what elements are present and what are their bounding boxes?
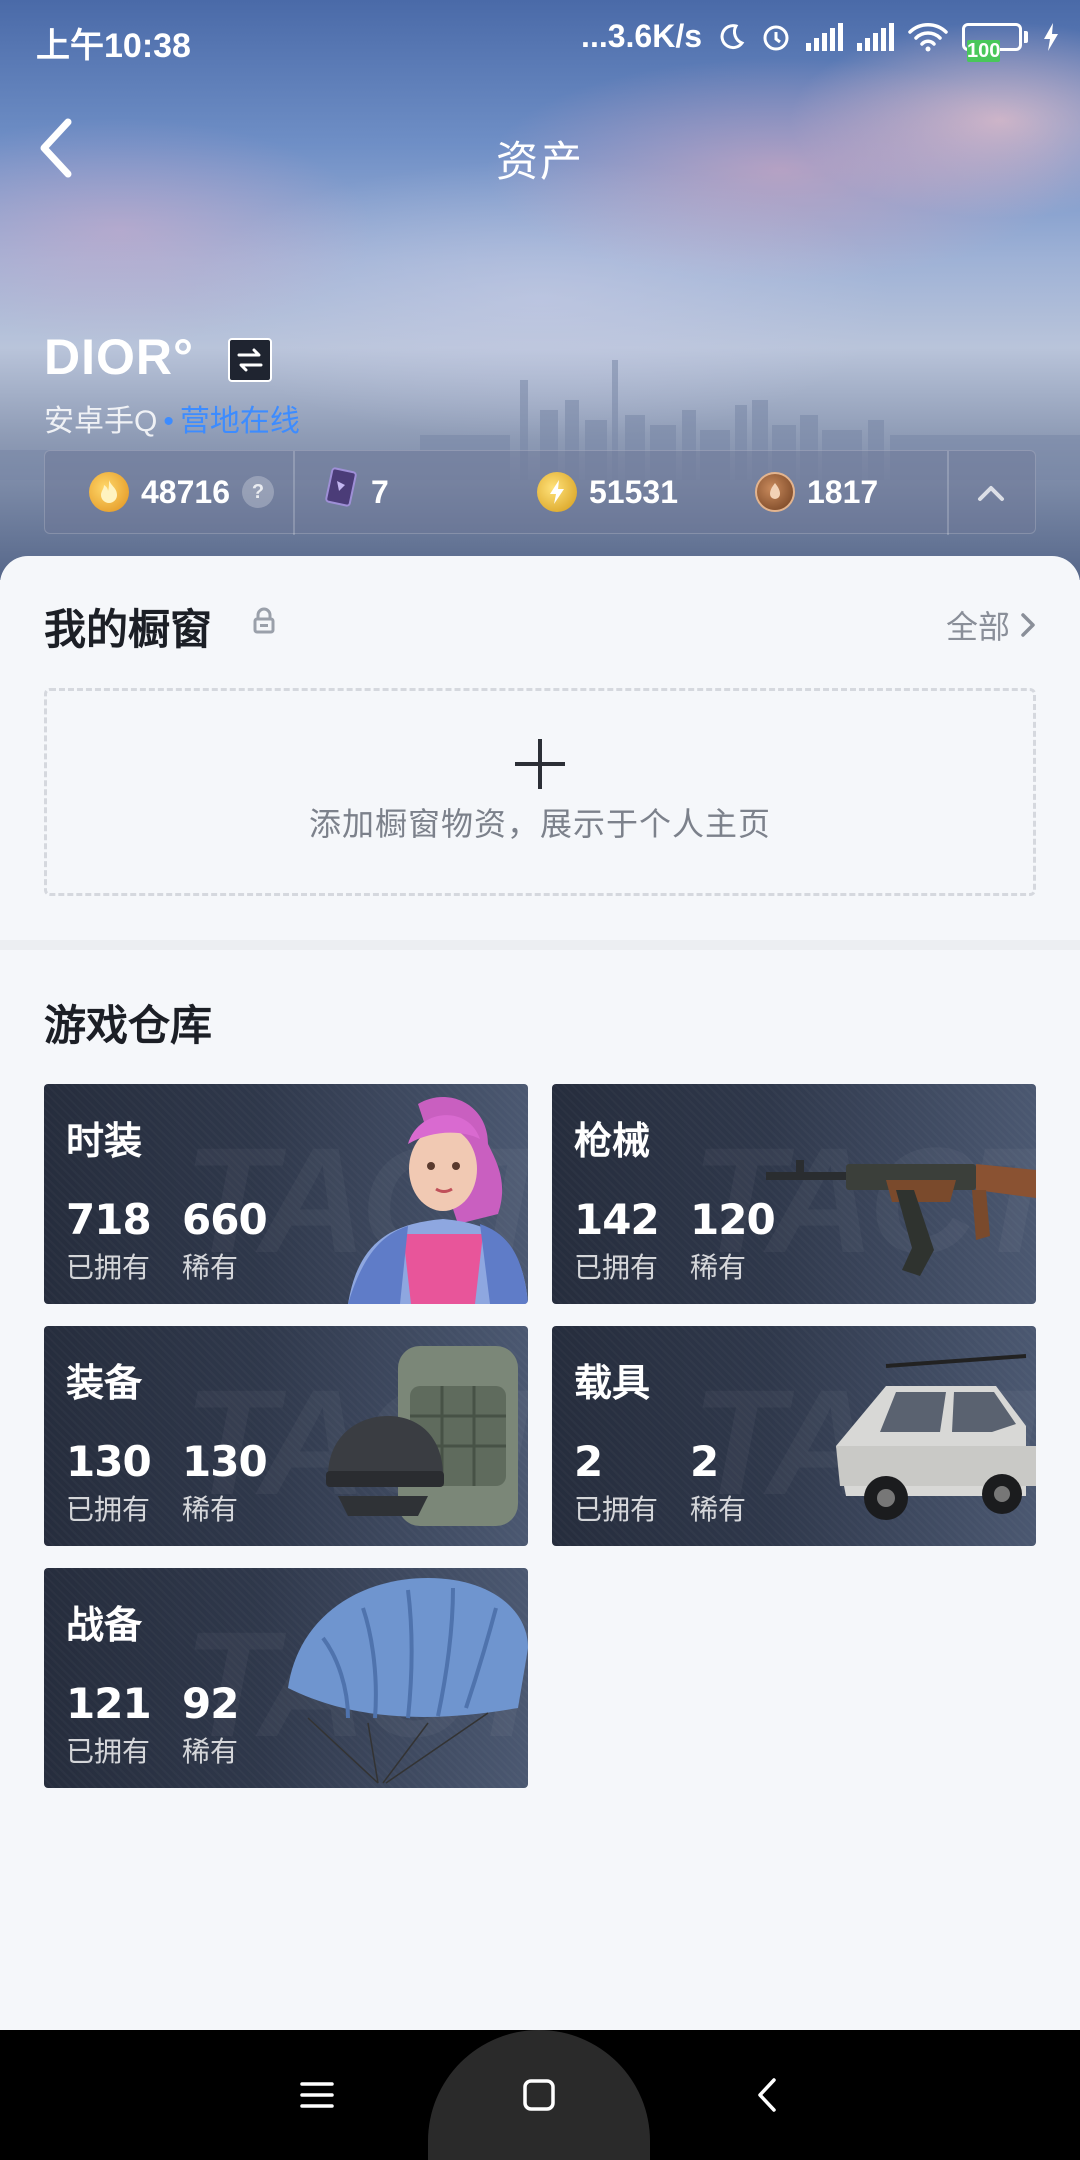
rare-stat: 2 稀有 <box>690 1438 746 1528</box>
car-art <box>836 1354 1036 1520</box>
warehouse-card-outfit[interactable]: TACT 时装 718 已拥有 660 稀有 <box>44 1084 528 1304</box>
battery-icon: 100 <box>962 22 1028 62</box>
showcase-title: 我的橱窗 <box>44 606 213 653</box>
profile-name: DIOR° <box>44 329 194 385</box>
owned-stat: 121 已拥有 <box>66 1679 152 1770</box>
owned-label: 已拥有 <box>66 1252 151 1283</box>
owned-label: 已拥有 <box>66 1736 151 1767</box>
chevron-right-icon <box>1021 613 1035 637</box>
currency-value-flame: 48716 <box>141 473 230 510</box>
all-label: 全部 <box>945 609 1010 645</box>
currency-item-medal[interactable]: 1817 <box>755 472 878 512</box>
owned-count: 142 <box>574 1195 660 1244</box>
owned-stat: 2 已拥有 <box>574 1438 658 1528</box>
flame-coin-icon <box>89 472 129 512</box>
character-outfit-art <box>348 1097 528 1304</box>
rare-stat: 92 稀有 <box>182 1679 239 1770</box>
alarm-icon <box>763 25 789 50</box>
parachute-art <box>288 1578 528 1784</box>
card-title: 时装 <box>66 1121 143 1163</box>
rare-label: 稀有 <box>182 1736 239 1767</box>
battery-level: 100 <box>967 39 1001 62</box>
currency-item-flame[interactable]: 48716 ? <box>89 472 274 512</box>
warehouse-card-vehicles[interactable]: TACT 载具 2 已拥有 2 稀有 <box>552 1326 1036 1546</box>
rare-label: 稀有 <box>690 1252 747 1283</box>
rare-label: 稀有 <box>182 1494 239 1525</box>
status-icons: ...3.6K/s 100 <box>581 18 1060 62</box>
currency-bar: 48716 ? 7 51531 1817 <box>44 450 1036 535</box>
rare-label: 稀有 <box>182 1252 239 1283</box>
card-title: 装备 <box>66 1363 143 1405</box>
rare-label: 稀有 <box>690 1494 747 1525</box>
rare-stat: 120 稀有 <box>690 1195 776 1286</box>
add-showcase-text: 添加橱窗物资，展示于个人主页 <box>308 806 771 842</box>
charging-icon <box>1044 22 1058 51</box>
moon-icon <box>720 23 745 49</box>
system-nav-bar <box>0 2030 1080 2160</box>
add-showcase-item-button[interactable]: 添加橱窗物资，展示于个人主页 <box>44 688 1036 896</box>
help-icon[interactable]: ? <box>241 476 274 508</box>
currency-item-card[interactable]: 7 <box>323 467 389 517</box>
owned-count: 121 <box>66 1679 152 1728</box>
expand-currency-button[interactable] <box>947 451 1035 535</box>
rare-count: 120 <box>690 1195 776 1244</box>
bronze-medal-icon <box>755 472 795 512</box>
signal-icon-2 <box>857 22 894 51</box>
card-title: 战备 <box>66 1605 143 1647</box>
signal-icon <box>806 22 843 51</box>
rare-count: 660 <box>182 1195 268 1244</box>
warehouse-card-supplies[interactable]: TACT 战备 121 已拥有 92 稀有 <box>44 1568 528 1788</box>
warehouse-card-gear[interactable]: TACT 装备 130 已拥有 130 稀有 <box>44 1326 528 1546</box>
owned-stat: 718 已拥有 <box>66 1195 152 1286</box>
owned-label: 已拥有 <box>574 1494 659 1525</box>
warehouse-title: 游戏仓库 <box>44 1002 213 1049</box>
card-title: 载具 <box>574 1363 651 1405</box>
status-bar: 上午10:38 ...3.6K/s 100 <box>0 0 1080 76</box>
warehouse-card-guns[interactable]: TACT 枪械 142 已拥有 120 稀有 <box>552 1084 1036 1304</box>
plus-icon <box>515 739 565 789</box>
currency-value-lightning: 51531 <box>589 473 678 510</box>
rare-stat: 660 稀有 <box>182 1195 268 1286</box>
menu-icon <box>300 2082 334 2108</box>
switch-account-button[interactable] <box>228 338 272 382</box>
owned-label: 已拥有 <box>66 1494 151 1525</box>
currency-value-card: 7 <box>371 473 389 510</box>
owned-count: 2 <box>574 1437 603 1486</box>
rifle-art <box>766 1160 1036 1276</box>
nav-back-button[interactable] <box>737 2065 797 2125</box>
showcase-all-link[interactable]: 全部 <box>946 602 1036 648</box>
profile-platform: 安卓手Q <box>44 405 158 438</box>
nav-menu-button[interactable] <box>287 2065 347 2125</box>
online-status: 营地在线 <box>179 405 300 438</box>
card-title: 枪械 <box>574 1121 651 1163</box>
owned-count: 130 <box>66 1437 152 1486</box>
rare-count: 2 <box>690 1437 719 1486</box>
network-speed: ...3.6K/s <box>581 18 702 54</box>
profile-subtitle: 安卓手Q • 营地在线 <box>44 405 300 438</box>
lock-icon <box>253 607 275 634</box>
wifi-icon <box>908 22 948 51</box>
section-divider <box>0 940 1080 950</box>
content-sheet: 我的橱窗 全部 添加橱窗物资，展示于个人主页 游戏仓库 TACT 时装 718 … <box>0 556 1080 2030</box>
page-title: 资产 <box>495 138 584 185</box>
rare-count: 130 <box>182 1437 268 1486</box>
owned-stat: 142 已拥有 <box>574 1195 660 1286</box>
status-time: 上午10:38 <box>36 27 191 65</box>
backpack-helmet-art <box>326 1346 518 1526</box>
purple-card-icon <box>323 467 359 517</box>
back-arrow-icon <box>758 2078 776 2112</box>
currency-item-lightning[interactable]: 51531 <box>537 472 678 512</box>
rare-count: 92 <box>182 1679 239 1728</box>
chevron-up-icon <box>978 486 1004 501</box>
owned-stat: 130 已拥有 <box>66 1437 152 1528</box>
home-square-icon <box>523 2079 555 2111</box>
owned-count: 718 <box>66 1195 152 1244</box>
lightning-coin-icon <box>537 472 577 512</box>
nav-home-button[interactable] <box>509 2065 569 2125</box>
switch-arrows-icon <box>237 348 263 372</box>
rare-stat: 130 稀有 <box>182 1437 268 1528</box>
currency-value-medal: 1817 <box>807 473 879 510</box>
owned-label: 已拥有 <box>574 1252 659 1283</box>
